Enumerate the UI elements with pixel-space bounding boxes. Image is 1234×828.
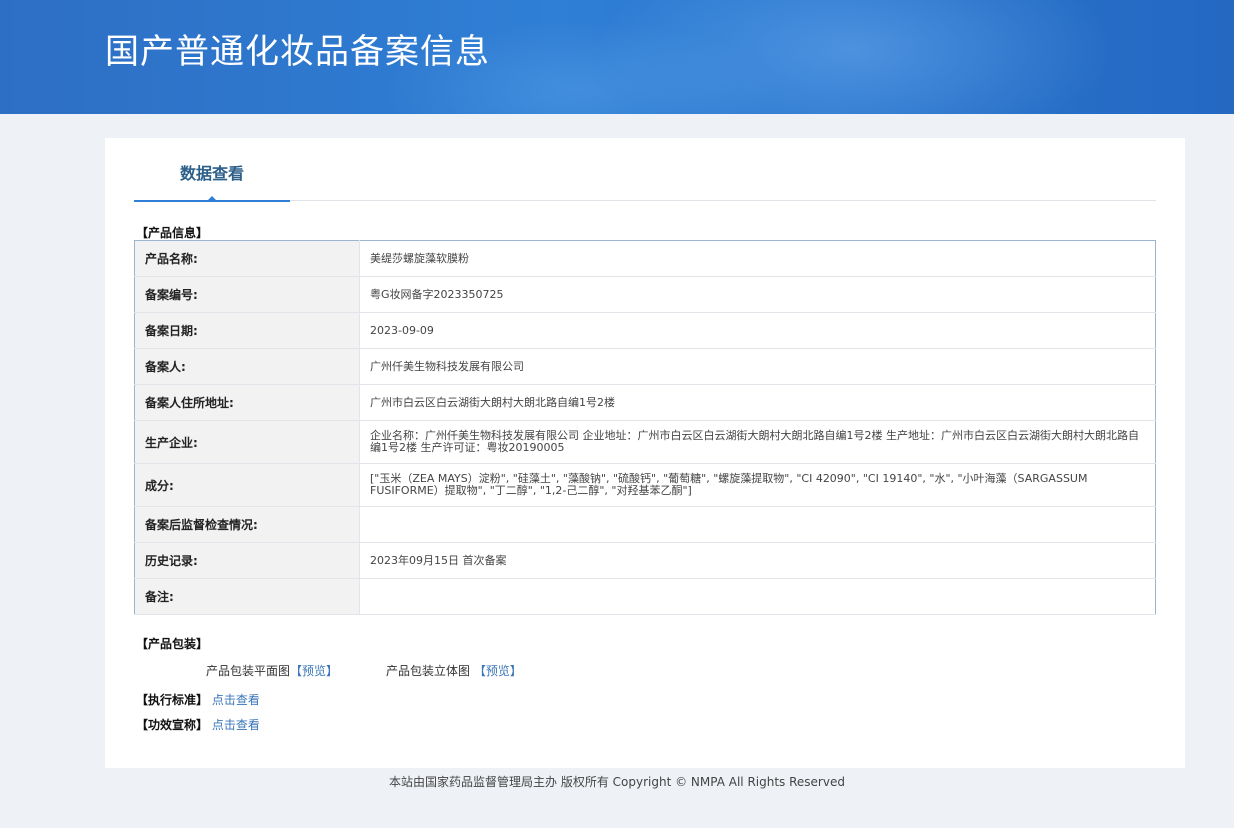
- table-row: 备案日期: 2023-09-09: [134, 312, 1156, 349]
- row-label: 备案编号:: [134, 276, 360, 313]
- row-value: 广州市白云区白云湖街大朗村大朗北路自编1号2楼: [359, 384, 1156, 421]
- row-value: 粤G妆网备字2023350725: [359, 276, 1156, 313]
- efficacy-label: 【功效宣称】: [136, 718, 209, 732]
- row-label: 成分:: [134, 463, 360, 507]
- efficacy-row: 【功效宣称】 点击查看: [136, 716, 260, 733]
- row-value: [359, 578, 1156, 615]
- table-row: 备案编号: 粤G妆网备字2023350725: [134, 276, 1156, 313]
- row-value: 2023年09月15日 首次备案: [359, 542, 1156, 579]
- row-label: 备案后监督检查情况:: [134, 506, 360, 543]
- table-row: 备案人住所地址: 广州市白云区白云湖街大朗村大朗北路自编1号2楼: [134, 384, 1156, 421]
- efficacy-view-link[interactable]: 点击查看: [212, 718, 260, 732]
- footer-copyright: 本站由国家药品监督管理局主办 版权所有 Copyright © NMPA All…: [389, 775, 845, 789]
- table-row: 生产企业: 企业名称：广州仟美生物科技发展有限公司 企业地址：广州市白云区白云湖…: [134, 420, 1156, 464]
- row-value: 企业名称：广州仟美生物科技发展有限公司 企业地址：广州市白云区白云湖街大朗村大朗…: [359, 420, 1156, 464]
- table-row: 产品名称: 美缇莎螺旋藻软膜粉: [134, 240, 1156, 277]
- row-label: 生产企业:: [134, 420, 360, 464]
- table-row: 备案人: 广州仟美生物科技发展有限公司: [134, 348, 1156, 385]
- packaging-solid-preview-link[interactable]: 【预览】: [474, 664, 522, 678]
- packaging-title: 【产品包装】: [136, 637, 209, 651]
- table-row: 历史记录: 2023年09月15日 首次备案: [134, 542, 1156, 579]
- header-banner: 国产普通化妆品备案信息: [0, 0, 1234, 114]
- standard-view-link[interactable]: 点击查看: [212, 693, 260, 707]
- row-label: 备案人:: [134, 348, 360, 385]
- row-label: 备案日期:: [134, 312, 360, 349]
- row-label: 备案人住所地址:: [134, 384, 360, 421]
- packaging-flat-label: 产品包装平面图: [206, 664, 291, 678]
- tab-data-view-label: 数据查看: [179, 164, 244, 183]
- table-row: 备注:: [134, 578, 1156, 615]
- standard-label: 【执行标准】: [136, 693, 209, 707]
- packaging-solid-item: 产品包装立体图 【预览】: [386, 662, 522, 679]
- row-value: ["玉米（ZEA MAYS）淀粉", "硅藻土", "藻酸钠", "硫酸钙", …: [359, 463, 1156, 507]
- page-title: 国产普通化妆品备案信息: [105, 32, 490, 72]
- content-card: 数据查看 【产品信息】 产品名称: 美缇莎螺旋藻软膜粉 备案编号: 粤G妆网备字…: [105, 138, 1185, 768]
- tab-data-view[interactable]: 数据查看: [134, 160, 290, 202]
- row-value: 美缇莎螺旋藻软膜粉: [359, 240, 1156, 277]
- product-info-title: 【产品信息】: [136, 226, 209, 240]
- packaging-flat-item: 产品包装平面图【预览】: [206, 662, 338, 679]
- row-label: 产品名称:: [134, 240, 360, 277]
- packaging-flat-preview-link[interactable]: 【预览】: [290, 664, 338, 678]
- row-value: 2023-09-09: [359, 312, 1156, 349]
- row-label: 历史记录:: [134, 542, 360, 579]
- standard-row: 【执行标准】 点击查看: [136, 691, 260, 708]
- table-row: 备案后监督检查情况:: [134, 506, 1156, 543]
- table-row: 成分: ["玉米（ZEA MAYS）淀粉", "硅藻土", "藻酸钠", "硫酸…: [134, 463, 1156, 507]
- tab-caret-icon: [206, 196, 218, 202]
- tab-bar: 数据查看: [134, 160, 1156, 202]
- row-label: 备注:: [134, 578, 360, 615]
- packaging-solid-label: 产品包装立体图: [386, 664, 471, 678]
- row-value: 广州仟美生物科技发展有限公司: [359, 348, 1156, 385]
- product-info-table: 产品名称: 美缇莎螺旋藻软膜粉 备案编号: 粤G妆网备字2023350725 备…: [134, 240, 1156, 615]
- row-value: [359, 506, 1156, 543]
